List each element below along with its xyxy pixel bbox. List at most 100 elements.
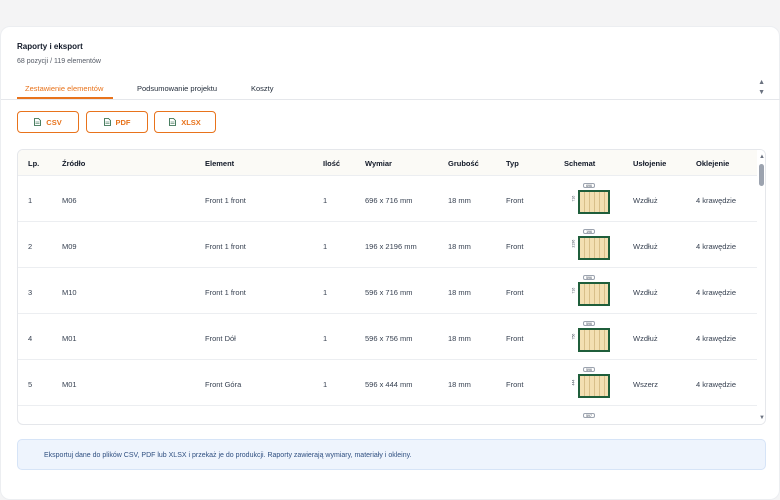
table-row[interactable]: 1 M06 Front 1 front 1 696 x 716 mm 18 mm… (18, 176, 758, 222)
cell-dim: 196 x 2196 mm (365, 242, 417, 251)
info-text: Eksportuj dane do plików CSV, PDF lub XL… (44, 452, 412, 459)
tabs-scroll-down-icon[interactable]: ▼ (758, 89, 765, 96)
col-schema[interactable]: Schemat (564, 159, 595, 168)
page-title: Raporty i eksport (17, 42, 83, 51)
cell-dim: 596 x 716 mm (365, 288, 413, 297)
export-xlsx-label: XLSX (181, 117, 201, 127)
col-thickness[interactable]: Grubość (448, 159, 479, 168)
scroll-up-icon[interactable]: ▲ (759, 154, 765, 160)
table-row[interactable]: 597 (18, 406, 758, 424)
col-lp[interactable]: Lp. (28, 159, 39, 168)
tab-koszty[interactable]: Koszty (251, 84, 274, 93)
cell-grain: Wzdłuż (633, 334, 658, 343)
info-banner: Eksportuj dane do plików CSV, PDF lub XL… (17, 439, 766, 470)
panel-board-graphic (578, 328, 610, 352)
file-icon (169, 118, 177, 126)
export-xlsx-button[interactable]: XLSX (154, 111, 216, 133)
cell-lp: 5 (28, 380, 33, 389)
cell-thickness: 18 mm (448, 334, 471, 343)
table-row[interactable]: 3 M10 Front 1 front 1 596 x 716 mm 18 mm… (18, 268, 758, 314)
panel-board-graphic (578, 236, 610, 260)
schematic-width-badge: 597 (583, 413, 595, 418)
cell-dim: 696 x 716 mm (365, 196, 413, 205)
file-icon (103, 118, 111, 126)
cell-grain: Wszerz (633, 380, 658, 389)
cell-element: Front 1 front (205, 242, 246, 251)
panel-board-graphic (578, 190, 610, 214)
panel-schematic: 596 756 (570, 321, 610, 357)
cell-grain: Wzdłuż (633, 196, 658, 205)
col-source[interactable]: Źródło (62, 159, 85, 168)
cell-type: Front (506, 242, 524, 251)
cell-element: Front Dół (205, 334, 236, 343)
cell-lp: 3 (28, 288, 33, 297)
scrollbar-thumb[interactable] (759, 164, 764, 186)
page-subtitle: 68 pozycji / 119 elementów (17, 58, 101, 65)
schematic-height-label: 716 (571, 287, 576, 294)
col-element[interactable]: Element (205, 159, 234, 168)
table-row[interactable]: 5 M01 Front Góra 1 596 x 444 mm 18 mm Fr… (18, 360, 758, 406)
schematic-height-label: 444 (571, 379, 576, 386)
table-scrollbar[interactable]: ▲ ▼ (757, 150, 765, 424)
export-pdf-label: PDF (115, 117, 131, 127)
panel-board-graphic (578, 282, 610, 306)
active-tab-indicator (17, 97, 113, 99)
tabs-scroll-up-icon[interactable]: ▲ (758, 79, 765, 86)
tab-zestawienie[interactable]: Zestawienie elementów (25, 84, 103, 93)
table-row[interactable]: 4 M01 Front Dół 1 596 x 756 mm 18 mm Fro… (18, 314, 758, 360)
scroll-down-icon[interactable]: ▼ (759, 415, 765, 421)
elements-table: Lp. Źródło Element Ilość Wymiar Grubość … (17, 149, 766, 425)
cell-dim: 596 x 756 mm (365, 334, 413, 343)
cell-thickness: 18 mm (448, 242, 471, 251)
cell-edge: 4 krawędzie (696, 242, 737, 251)
export-pdf-button[interactable]: PDF (86, 111, 148, 133)
cell-element: Front Góra (205, 380, 242, 389)
cell-qty: 1 (323, 380, 328, 389)
cell-grain: Wzdłuż (633, 242, 658, 251)
table-row[interactable]: 2 M09 Front 1 front 1 196 x 2196 mm 18 m… (18, 222, 758, 268)
cell-type: Front (506, 380, 524, 389)
file-icon (34, 118, 42, 126)
tab-bar: Zestawienie elementów Podsumowanie proje… (1, 79, 780, 100)
cell-grain: Wzdłuż (633, 288, 658, 297)
cell-dim: 596 x 444 mm (365, 380, 413, 389)
panel-schematic: 696 716 (570, 183, 610, 219)
export-csv-button[interactable]: CSV (17, 111, 79, 133)
schematic-width-badge: 596 (583, 321, 595, 326)
cell-source: M09 (62, 242, 77, 251)
col-dim[interactable]: Wymiar (365, 159, 392, 168)
cell-edge: 4 krawędzie (696, 380, 737, 389)
reports-card: Raporty i eksport 68 pozycji / 119 eleme… (0, 26, 780, 500)
schematic-height-label: 2196 (571, 239, 576, 248)
cell-type: Front (506, 196, 524, 205)
cell-edge: 4 krawędzie (696, 196, 737, 205)
cell-thickness: 18 mm (448, 196, 471, 205)
cell-edge: 4 krawędzie (696, 288, 737, 297)
col-qty[interactable]: Ilość (323, 159, 340, 168)
table-header: Lp. Źródło Element Ilość Wymiar Grubość … (18, 150, 758, 176)
schematic-height-label: 716 (571, 195, 576, 202)
panel-schematic: 596 444 (570, 367, 610, 403)
col-grain[interactable]: Usłojenie (633, 159, 666, 168)
cell-lp: 1 (28, 196, 33, 205)
cell-qty: 1 (323, 334, 328, 343)
schematic-width-badge: 596 (583, 275, 595, 280)
cell-edge: 4 krawędzie (696, 334, 737, 343)
schematic-height-label: 756 (571, 333, 576, 340)
schematic-width-badge: 596 (583, 367, 595, 372)
schematic-width-badge: 696 (583, 183, 595, 188)
cell-lp: 4 (28, 334, 33, 343)
panel-schematic: 196 2196 (570, 229, 610, 265)
col-edge[interactable]: Oklejenie (696, 159, 729, 168)
cell-source: M01 (62, 334, 77, 343)
cell-source: M01 (62, 380, 77, 389)
cell-source: M10 (62, 288, 77, 297)
tab-podsumowanie[interactable]: Podsumowanie projektu (137, 84, 217, 93)
cell-qty: 1 (323, 242, 328, 251)
schematic-width-badge: 196 (583, 229, 595, 234)
col-type[interactable]: Typ (506, 159, 519, 168)
cell-lp: 2 (28, 242, 33, 251)
cell-element: Front 1 front (205, 288, 246, 297)
cell-thickness: 18 mm (448, 288, 471, 297)
cell-qty: 1 (323, 288, 328, 297)
